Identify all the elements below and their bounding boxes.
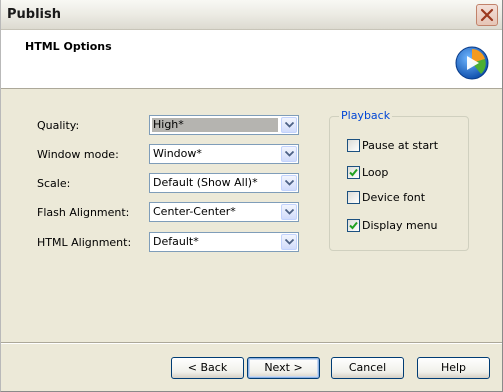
chevron-down-icon [285, 180, 294, 186]
chevron-down-icon [285, 239, 294, 245]
page-title: HTML Options [25, 40, 112, 53]
pause-at-start-checkbox[interactable] [347, 139, 360, 152]
header-panel: HTML Options [1, 30, 502, 89]
window-title: Publish [7, 7, 61, 22]
flash-alignment-label: Flash Alignment: [37, 206, 130, 219]
checkmark-icon [349, 221, 358, 230]
window-mode-dropdown-button[interactable] [281, 146, 297, 162]
pause-at-start-label[interactable]: Pause at start [362, 139, 438, 152]
flash-alignment-select[interactable]: Center-Center* [149, 202, 299, 222]
flash-alignment-value: Center-Center* [153, 205, 236, 218]
html-alignment-value: Default* [153, 235, 199, 248]
loop-label[interactable]: Loop [362, 166, 388, 179]
chevron-down-icon [285, 209, 294, 215]
back-button[interactable]: < Back [171, 357, 244, 379]
chevron-down-icon [285, 151, 294, 157]
bottom-separator [1, 342, 502, 344]
cancel-button[interactable]: Cancel [331, 357, 404, 379]
device-font-checkbox[interactable] [347, 191, 360, 204]
scale-dropdown-button[interactable] [281, 175, 297, 191]
quality-select[interactable]: High* [149, 115, 299, 135]
window-mode-select[interactable]: Window* [149, 144, 299, 164]
scale-select[interactable]: Default (Show All)* [149, 173, 299, 193]
quality-label: Quality: [37, 119, 80, 132]
playback-legend: Playback [339, 109, 393, 122]
chevron-down-icon [285, 122, 294, 128]
html-alignment-label: HTML Alignment: [37, 236, 132, 249]
close-button[interactable] [476, 4, 498, 26]
flash-alignment-dropdown-button[interactable] [281, 204, 297, 220]
display-menu-label[interactable]: Display menu [362, 219, 437, 232]
scale-value: Default (Show All)* [153, 176, 258, 189]
checkmark-icon [349, 168, 358, 177]
loop-checkbox[interactable] [347, 166, 360, 179]
next-button[interactable]: Next > [247, 357, 320, 379]
title-bar[interactable]: Publish [1, 0, 502, 30]
html-alignment-select[interactable]: Default* [149, 232, 299, 252]
html-alignment-dropdown-button[interactable] [281, 234, 297, 250]
window-mode-label: Window mode: [37, 148, 119, 161]
window-mode-value: Window* [153, 147, 202, 160]
quality-value: High* [152, 118, 278, 132]
device-font-label[interactable]: Device font [362, 191, 425, 204]
close-icon [480, 8, 494, 22]
scale-label: Scale: [37, 177, 71, 190]
publish-dialog: Publish HTML Options Quality: High* Wind… [0, 0, 503, 392]
quality-dropdown-button[interactable] [281, 117, 297, 133]
media-logo-icon [455, 46, 489, 80]
display-menu-checkbox[interactable] [347, 219, 360, 232]
help-button[interactable]: Help [417, 357, 490, 379]
